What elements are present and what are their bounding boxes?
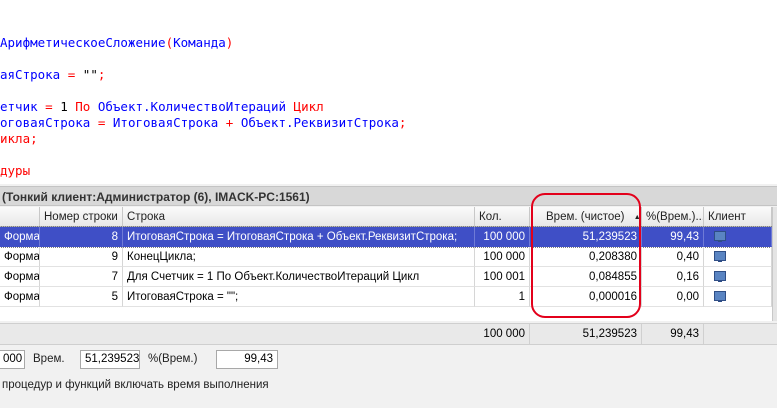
cell-time: 51,239523 <box>530 227 642 247</box>
cell-line-number: 7 <box>40 267 123 287</box>
include-time-option[interactable]: процедур и функций включать время выполн… <box>2 376 269 394</box>
cell-count: 100 001 <box>475 267 530 287</box>
code-editor[interactable]: АрифметическоеСложение(Команда) аяСтрока… <box>0 0 777 184</box>
cell-percent: 0,00 <box>642 287 704 307</box>
cell-line: Для Счетчик = 1 По Объект.КоличествоИтер… <box>123 267 475 287</box>
col-header-percent[interactable]: %(Врем.)... <box>642 207 704 227</box>
time-field[interactable]: 51,239523 <box>80 350 140 369</box>
code-token: = <box>90 115 113 130</box>
table-row[interactable]: Форма 8 ИтоговаяСтрока = ИтоговаяСтрока + … <box>0 226 777 248</box>
col-header-client[interactable]: Клиент <box>704 207 772 227</box>
code-token: + <box>218 115 241 130</box>
code-token: = <box>60 67 83 82</box>
cell-time: 0,000016 <box>530 287 642 307</box>
cell-count: 100 000 <box>475 247 530 267</box>
code-token: "" <box>82 67 98 82</box>
code-token: = <box>37 99 61 114</box>
percent-label: %(Врем.) <box>148 353 198 365</box>
totals-percent: 99,43 <box>642 324 704 344</box>
col-header-line[interactable]: Строка <box>123 207 475 227</box>
code-line: дуры <box>0 163 30 179</box>
cell-module: Форма <box>0 267 40 287</box>
code-token: Цикл <box>286 99 324 114</box>
panel-title: (Тонкий клиент:Администратор (6), IMACK-… <box>0 186 777 206</box>
col-header-line-number[interactable]: Номер строки <box>40 207 123 227</box>
cell-line-number: 5 <box>40 287 123 307</box>
code-token: Объект.КоличествоИтераций <box>97 99 287 114</box>
code-token: ) <box>225 35 234 50</box>
cell-client <box>704 247 772 267</box>
code-token: аяСтрока <box>0 67 61 82</box>
cell-line: КонецЦикла; <box>123 247 475 267</box>
code-token: Арифметическое <box>0 35 106 50</box>
totals-row: 100 000 51,239523 99,43 <box>0 323 777 345</box>
code-token: оговаяСтрока <box>0 115 91 130</box>
count-field[interactable]: 000 <box>0 350 25 369</box>
cell-percent: 0,40 <box>642 247 704 267</box>
code-token: ; <box>398 115 407 130</box>
cell-time: 0,084855 <box>530 267 642 287</box>
cell-client <box>704 227 772 247</box>
code-token: По <box>67 99 98 114</box>
col-header-time-label: Врем. (чистое) <box>546 211 625 223</box>
code-token: 1 <box>60 99 68 114</box>
cell-module: Форма <box>0 227 40 247</box>
percent-field[interactable]: 99,43 <box>216 350 278 369</box>
col-header-time[interactable]: Врем. (чистое) ▲ <box>530 207 642 227</box>
code-token: дуры <box>0 163 31 178</box>
code-token: Сложение <box>105 35 166 50</box>
code-token: етчик <box>0 99 38 114</box>
monitor-icon <box>714 291 726 302</box>
time-label: Врем. <box>33 353 65 365</box>
code-line: икла; <box>0 131 38 147</box>
monitor-icon <box>714 231 726 242</box>
table-row[interactable]: Форма 9 КонецЦикла; 100 000 0,208380 0,40 <box>0 247 777 267</box>
cell-line: ИтоговаяСтрока = ""; <box>123 287 475 307</box>
col-header-module[interactable] <box>0 207 40 227</box>
cell-percent: 99,43 <box>642 227 704 247</box>
cell-line: ИтоговаяСтрока = ИтоговаяСтрока + Объект… <box>123 227 475 247</box>
cell-count: 1 <box>475 287 530 307</box>
cell-client <box>704 287 772 307</box>
totals-time: 51,239523 <box>530 324 642 344</box>
code-token: ( <box>165 35 174 50</box>
code-token: Объект.РеквизитСтрока <box>240 115 399 130</box>
code-token: икла <box>0 131 31 146</box>
cell-line-number: 9 <box>40 247 123 267</box>
cell-percent: 0,16 <box>642 267 704 287</box>
code-token: ИтоговаяСтрока <box>112 115 219 130</box>
totals-count: 100 000 <box>475 324 530 344</box>
monitor-icon <box>714 271 726 282</box>
monitor-icon <box>714 251 726 262</box>
col-header-count[interactable]: Кол. <box>475 207 530 227</box>
sort-ascending-icon: ▲ <box>633 214 641 221</box>
code-line: оговаяСтрока = ИтоговаяСтрока + Объект.Р… <box>0 115 406 131</box>
code-token: ; <box>30 131 38 146</box>
cell-module: Форма <box>0 287 40 307</box>
cell-client <box>704 267 772 287</box>
table-row[interactable]: Форма 5 ИтоговаяСтрока = ""; 1 0,000016 0,00 <box>0 287 777 307</box>
cell-line-number: 8 <box>40 227 123 247</box>
table-row[interactable]: Форма 7 Для Счетчик = 1 По Объект.Количест… <box>0 267 777 287</box>
code-token: Команда <box>173 35 226 50</box>
cell-time: 0,208380 <box>530 247 642 267</box>
code-line: аяСтрока = ""; <box>0 67 105 83</box>
code-line: АрифметическоеСложение(Команда) <box>0 35 233 51</box>
cell-module: Форма <box>0 247 40 267</box>
vertical-scrollbar[interactable] <box>772 207 777 321</box>
cell-count: 100 000 <box>475 227 530 247</box>
code-token: ; <box>97 67 106 82</box>
code-line: етчик = 1 По Объект.КоличествоИтераций Ц… <box>0 99 324 115</box>
